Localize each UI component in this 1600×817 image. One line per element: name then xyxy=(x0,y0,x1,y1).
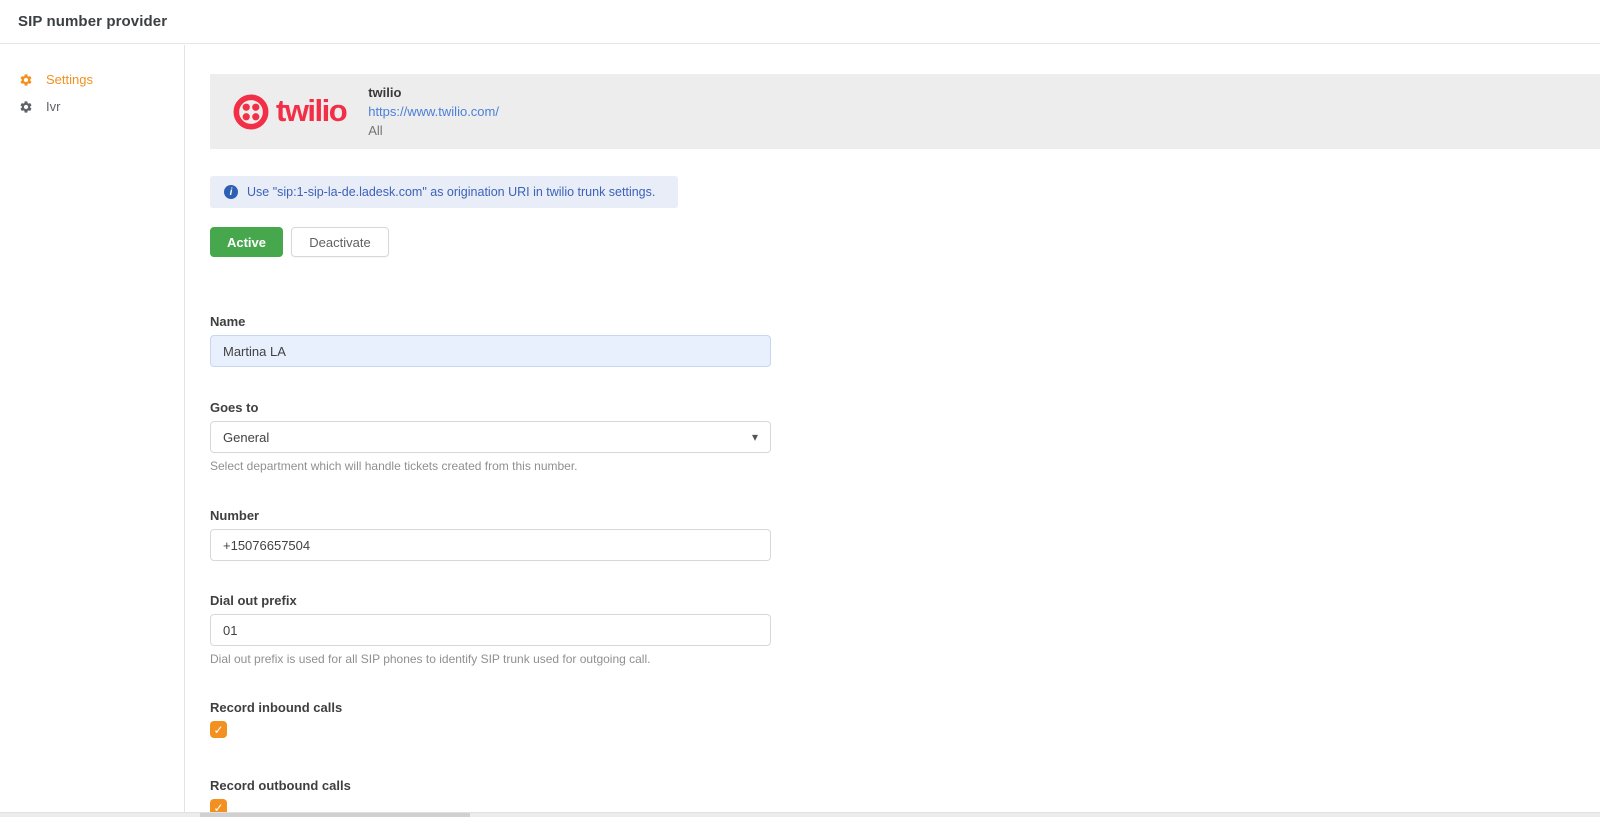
provider-banner: twilio twilio https://www.twilio.com/ Al… xyxy=(210,74,1600,149)
provider-name: twilio xyxy=(368,83,499,102)
record-inbound-group: Record inbound calls ✓ xyxy=(210,700,771,738)
page-title: SIP number provider xyxy=(0,13,167,30)
sidebar: Settings Ivr xyxy=(0,45,185,812)
record-outbound-label: Record outbound calls xyxy=(210,778,771,793)
sidebar-item-settings[interactable]: Settings xyxy=(0,66,184,93)
scrollbar-thumb[interactable] xyxy=(200,813,470,817)
provider-meta: twilio https://www.twilio.com/ All xyxy=(368,83,499,140)
sidebar-item-ivr[interactable]: Ivr xyxy=(0,93,184,120)
goes-to-label: Goes to xyxy=(210,400,771,415)
record-inbound-checkbox[interactable]: ✓ xyxy=(210,721,227,738)
status-button-row: Active Deactivate xyxy=(210,227,1600,257)
dial-out-prefix-label: Dial out prefix xyxy=(210,593,771,608)
deactivate-button[interactable]: Deactivate xyxy=(291,227,389,257)
checkmark-icon: ✓ xyxy=(213,724,223,736)
name-label: Name xyxy=(210,314,771,329)
twilio-logo: twilio xyxy=(233,94,346,130)
gear-icon xyxy=(19,100,33,114)
goes-to-field-group: Goes to General ▾ Select department whic… xyxy=(210,400,771,473)
goes-to-select[interactable]: General ▾ xyxy=(210,421,771,453)
record-outbound-group: Record outbound calls ✓ xyxy=(210,778,771,816)
active-button[interactable]: Active xyxy=(210,227,283,257)
origination-uri-notice: i Use "sip:1-sip-la-de.ladesk.com" as or… xyxy=(210,176,678,208)
number-input[interactable] xyxy=(210,529,771,561)
twilio-mark-icon xyxy=(233,94,269,130)
gear-icon xyxy=(19,73,33,87)
dial-out-prefix-help-text: Dial out prefix is used for all SIP phon… xyxy=(210,652,771,666)
goes-to-help-text: Select department which will handle tick… xyxy=(210,459,771,473)
notice-text: Use "sip:1-sip-la-de.ladesk.com" as orig… xyxy=(247,185,655,199)
twilio-wordmark: twilio xyxy=(276,95,346,128)
record-inbound-label: Record inbound calls xyxy=(210,700,771,715)
settings-form: Name Goes to General ▾ Select department… xyxy=(210,314,771,816)
app-root: SIP number provider Settings Ivr xyxy=(0,0,1600,817)
dial-out-prefix-field-group: Dial out prefix Dial out prefix is used … xyxy=(210,593,771,666)
number-label: Number xyxy=(210,508,771,523)
info-icon: i xyxy=(224,185,238,199)
name-input[interactable] xyxy=(210,335,771,367)
chevron-down-icon: ▾ xyxy=(752,431,758,443)
main-content: twilio twilio https://www.twilio.com/ Al… xyxy=(186,45,1600,812)
provider-scope: All xyxy=(368,121,499,140)
horizontal-scrollbar[interactable] xyxy=(0,812,1600,817)
name-field-group: Name xyxy=(210,314,771,367)
sidebar-item-label: Ivr xyxy=(46,99,60,114)
sidebar-item-label: Settings xyxy=(46,72,93,87)
dial-out-prefix-input[interactable] xyxy=(210,614,771,646)
provider-url-link[interactable]: https://www.twilio.com/ xyxy=(368,104,499,119)
page-header: SIP number provider xyxy=(0,0,1600,44)
goes-to-selected-value: General xyxy=(223,430,269,445)
number-field-group: Number xyxy=(210,508,771,561)
